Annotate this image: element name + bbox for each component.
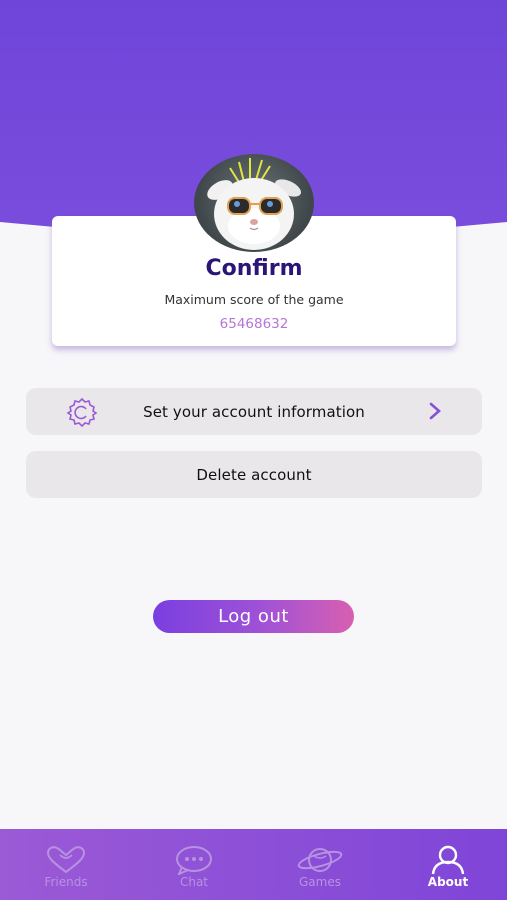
tab-games[interactable]: Games (270, 829, 370, 900)
account-settings-label: Set your account information (143, 402, 365, 421)
delete-account-button[interactable]: Delete account (26, 451, 482, 498)
tab-chat-label: Chat (179, 875, 209, 889)
person-icon (431, 845, 465, 875)
tab-games-label: Games (299, 875, 341, 889)
avatar[interactable] (194, 154, 314, 252)
tab-chat[interactable]: Chat (144, 829, 244, 900)
account-settings-button[interactable]: Set your account information (26, 388, 482, 435)
planet-icon (297, 848, 343, 872)
chat-bubble-icon (176, 846, 212, 875)
bottom-tab-bar: Friends Chat Games About (0, 829, 507, 900)
delete-account-label: Delete account (196, 465, 312, 484)
tab-friends[interactable]: Friends (16, 829, 116, 900)
max-score-value: 65468632 (219, 316, 289, 332)
gear-icon (66, 397, 98, 427)
chevron-right-icon (429, 402, 441, 420)
tab-about[interactable]: About (398, 829, 498, 900)
heart-chat-icon (46, 846, 86, 874)
logout-button[interactable]: Log out (153, 600, 354, 633)
profile-title: Confirm (205, 256, 303, 281)
tab-friends-label: Friends (44, 875, 88, 889)
tab-about-label: About (427, 875, 469, 889)
max-score-label: Maximum score of the game (164, 292, 344, 307)
